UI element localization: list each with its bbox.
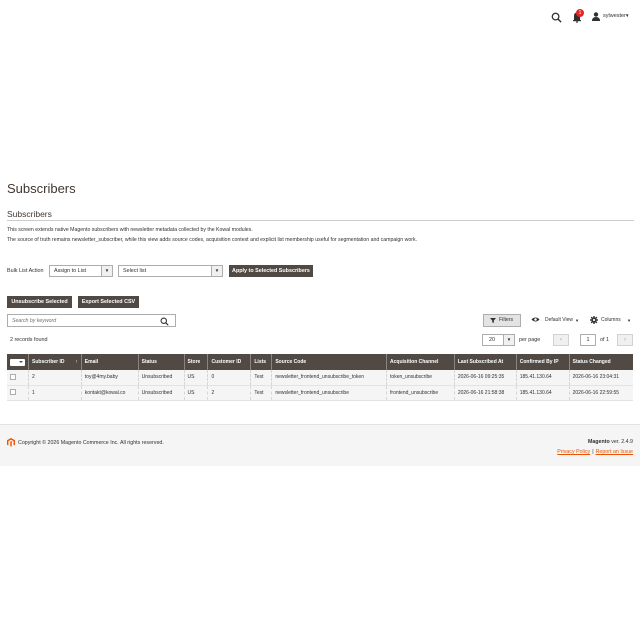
search-icon[interactable] — [551, 12, 562, 23]
column-header-store[interactable]: Store — [183, 354, 208, 370]
page-footer: Copyright © 2026 Magento Commerce Inc. A… — [0, 424, 640, 466]
column-header-customer-id[interactable]: Customer ID — [207, 354, 251, 370]
column-header-lists[interactable]: Lists — [250, 354, 272, 370]
row-checkbox[interactable] — [10, 389, 16, 396]
cell-status-changed: 2026-06-16 23:04:31 — [568, 370, 633, 386]
cell-lists: Test — [250, 385, 272, 401]
default-view-dropdown[interactable]: Default View — [545, 317, 573, 323]
row-checkbox[interactable] — [10, 374, 16, 381]
mass-select-header[interactable] — [7, 354, 29, 370]
chevron-down-icon: ▼ — [101, 266, 112, 276]
list-select[interactable]: Select list ▼ — [118, 265, 223, 277]
cell-confirmed-by-ip: 185.41.130.64 — [515, 385, 570, 401]
cell-subscriber-id: 1 — [28, 385, 82, 401]
chevron-down-icon[interactable]: ▼ — [575, 318, 579, 323]
page-header: Subscribers — [0, 170, 640, 206]
cell-customer-id: 0 — [207, 370, 251, 386]
column-header-source-code[interactable]: Source Code — [271, 354, 387, 370]
column-header-status-changed[interactable]: Status Changed — [568, 354, 633, 370]
filters-button[interactable]: Filters — [483, 314, 521, 327]
column-header-email[interactable]: Email — [80, 354, 139, 370]
page-title: Subscribers — [7, 181, 76, 196]
bulk-action-select[interactable]: Assign to List ▼ — [49, 265, 113, 277]
report-issue-link[interactable]: Report an Issue — [596, 449, 633, 455]
apply-to-selected-button[interactable]: Apply to Selected Subscribers — [229, 265, 313, 277]
cell-lists: Test — [250, 370, 272, 386]
cell-acquisition-channel: token_unsubscribe — [386, 370, 455, 386]
cell-store: US — [183, 385, 208, 401]
row-select-cell[interactable] — [7, 385, 29, 401]
sort-arrow-icon: ↑ — [75, 359, 78, 365]
footer-links: Privacy Policy | Report an Issue — [557, 449, 633, 455]
cell-last-subscribed-at: 2026-06-16 09:25:35 — [453, 370, 517, 386]
filter-icon — [490, 318, 496, 323]
version-text: Magento ver. 2.4.9 — [588, 439, 633, 445]
column-header-subscriber-id[interactable]: Subscriber ID ↑ — [28, 354, 82, 370]
bulk-action-value: Assign to List — [54, 268, 87, 274]
records-found: 2 records found — [10, 337, 48, 343]
per-page-select[interactable]: 20 ▼ — [482, 334, 515, 346]
export-selected-csv-button[interactable]: Export Selected CSV — [78, 296, 139, 308]
chevron-down-icon[interactable]: ▼ — [627, 318, 631, 323]
filters-label: Filters — [499, 317, 514, 323]
column-header-last-subscribed-at[interactable]: Last Subscribed At — [453, 354, 517, 370]
chevron-down-icon: ▼ — [503, 335, 514, 345]
section-description-line-1: This screen extends native Magento subsc… — [7, 227, 253, 233]
cell-email: toy@4my.baby — [80, 370, 139, 386]
mass-select-checkbox[interactable] — [10, 358, 25, 366]
section-divider — [7, 220, 634, 221]
column-header-status[interactable]: Status — [137, 354, 185, 370]
section-description-line-2: The source of truth remains newsletter_s… — [7, 237, 418, 243]
search-icon[interactable] — [160, 317, 169, 326]
cell-source-code: newsletter_frontend_unsubscribe_token — [271, 370, 387, 386]
privacy-policy-link[interactable]: Privacy Policy — [557, 449, 590, 455]
cell-last-subscribed-at: 2026-06-16 21:58:38 — [453, 385, 517, 401]
user-icon[interactable] — [592, 12, 600, 21]
previous-page-button[interactable]: ‹ — [553, 334, 569, 346]
gear-icon[interactable] — [590, 315, 598, 324]
page-number-input[interactable]: 1 — [580, 334, 596, 346]
per-page-label: per page — [519, 337, 541, 343]
column-header-confirmed-by-ip[interactable]: Confirmed By IP — [515, 354, 570, 370]
version-number: ver. 2.4.9 — [609, 439, 633, 445]
next-page-button[interactable]: › — [617, 334, 633, 346]
per-page-value: 20 — [489, 337, 495, 343]
cell-status-changed: 2026-06-16 22:59:55 — [568, 385, 633, 401]
copyright-text: Copyright © 2026 Magento Commerce Inc. A… — [18, 439, 164, 446]
cell-confirmed-by-ip: 185.41.130.64 — [515, 370, 570, 386]
keyword-search-input[interactable]: Search by keyword — [7, 314, 176, 327]
column-header-acquisition-channel[interactable]: Acquisition Channel — [386, 354, 455, 370]
eye-icon[interactable] — [531, 316, 540, 323]
table-row[interactable]: 2 toy@4my.baby Unsubscribed US 0 Test ne… — [7, 370, 633, 386]
chevron-down-icon: ▼ — [211, 266, 222, 276]
grid-header-row: Subscriber ID ↑ Email Status Store Custom… — [7, 354, 633, 370]
section-title: Subscribers — [7, 209, 52, 219]
magento-logo-icon — [7, 438, 15, 447]
list-select-value: Select list — [123, 268, 147, 274]
cell-customer-id: 2 — [207, 385, 251, 401]
table-row[interactable]: 1 kontakt@kowal.co Unsubscribed US 2 Tes… — [7, 385, 633, 401]
cell-acquisition-channel: frontend_unsubscribe — [386, 385, 455, 401]
cell-source-code: newsletter_frontend_unsubscribe — [271, 385, 387, 401]
cell-store: US — [183, 370, 208, 386]
cell-status: Unsubscribed — [137, 370, 185, 386]
cell-email: kontakt@kowal.co — [80, 385, 139, 401]
bulk-list-action-label: Bulk List Action — [7, 268, 44, 274]
search-placeholder: Search by keyword — [12, 318, 57, 324]
cell-subscriber-id: 2 — [28, 370, 82, 386]
columns-dropdown[interactable]: Columns — [601, 317, 621, 323]
notification-count-badge: 1 — [576, 9, 584, 17]
link-separator: | — [592, 449, 594, 455]
chevron-down-icon[interactable]: ▼ — [625, 13, 629, 18]
page-total: of 1 — [600, 337, 609, 343]
subscribers-grid: Subscriber ID ↑ Email Status Store Custom… — [7, 354, 633, 401]
unsubscribe-selected-button[interactable]: Unsubscribe Selected — [7, 296, 72, 308]
chevron-right-icon: › — [624, 337, 626, 343]
row-select-cell[interactable] — [7, 370, 29, 386]
user-menu-name[interactable]: sylwester — [603, 13, 626, 19]
chevron-left-icon: ‹ — [560, 337, 562, 343]
cell-status: Unsubscribed — [137, 385, 185, 401]
brand-name: Magento — [587, 439, 610, 445]
